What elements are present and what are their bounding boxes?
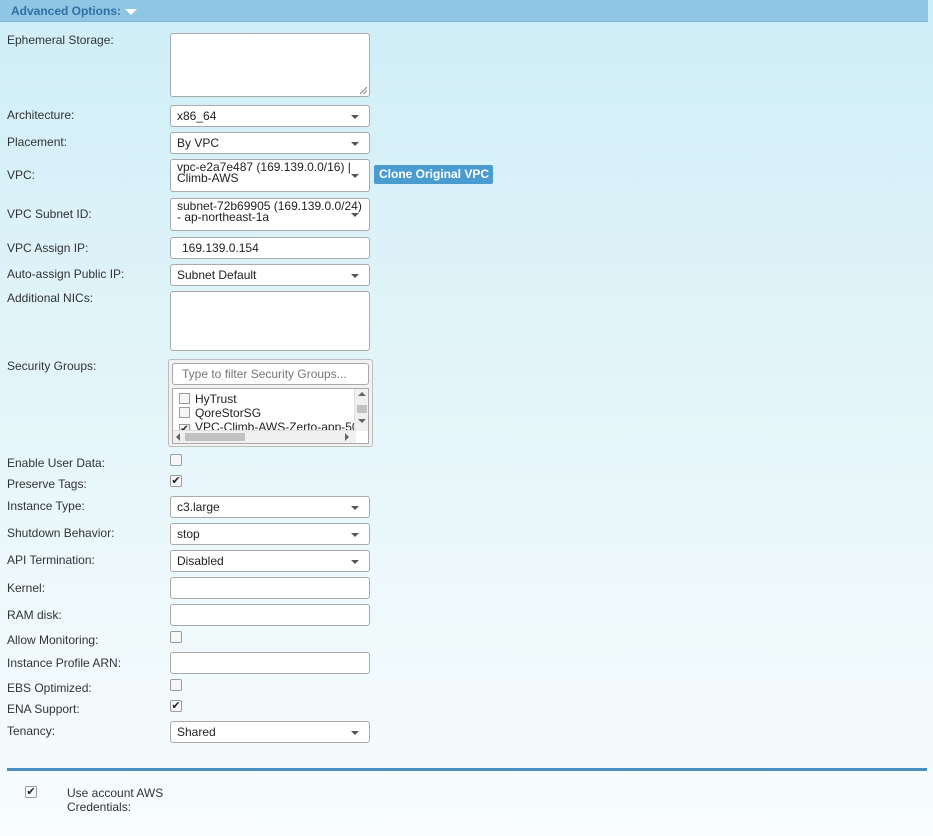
resize-grip-icon[interactable] — [360, 87, 367, 94]
auto-assign-public-ip-label: Auto-assign Public IP: — [7, 267, 125, 281]
advanced-options-title[interactable]: Advanced Options: — [11, 4, 121, 18]
additional-nics-textarea[interactable] — [170, 291, 370, 351]
additional-nics-label: Additional NICs: — [7, 291, 94, 305]
auto-assign-public-ip-select[interactable]: Subnet Default — [170, 264, 370, 286]
chevron-down-icon — [351, 213, 359, 217]
scroll-right-icon[interactable] — [345, 433, 349, 441]
kernel-label: Kernel: — [7, 581, 46, 595]
list-item[interactable]: HyTrust — [179, 392, 237, 406]
vpc-select[interactable]: vpc-e2a7e487 (169.139.0.0/16) | Climb-AW… — [170, 159, 370, 192]
architecture-value: x86_64 — [177, 109, 217, 123]
api-termination-select[interactable]: Disabled — [170, 550, 370, 572]
architecture-label: Architecture: — [7, 108, 75, 122]
vpc-subnet-value-line2: - ap-northeast-1a — [177, 210, 270, 224]
placement-label: Placement: — [7, 135, 68, 149]
ephemeral-storage-textarea[interactable] — [170, 33, 370, 97]
vpc-label: VPC: — [7, 168, 36, 182]
vpc-subnet-label: VPC Subnet ID: — [7, 207, 92, 221]
chevron-down-icon — [351, 560, 359, 564]
scroll-left-icon[interactable] — [176, 433, 180, 441]
security-groups-label: Security Groups: — [7, 359, 97, 373]
vpc-assign-ip-label: VPC Assign IP: — [7, 241, 89, 255]
ena-support-checkbox[interactable]: ✔ — [170, 700, 182, 712]
scroll-up-icon[interactable] — [358, 392, 366, 396]
security-group-name: QoreStorSG — [195, 406, 262, 420]
chevron-down-icon — [351, 115, 359, 119]
clone-original-vpc-button[interactable]: Clone Original VPC — [374, 165, 493, 184]
instance-type-value: c3.large — [177, 500, 220, 514]
chevron-down-icon — [351, 506, 359, 510]
chevron-down-icon — [351, 731, 359, 735]
preserve-tags-label: Preserve Tags: — [7, 477, 87, 491]
scrollbar-thumb[interactable] — [185, 433, 245, 441]
credentials-label-line1: Use account AWS — [67, 786, 164, 800]
ebs-optimized-label: EBS Optimized: — [7, 681, 92, 695]
horizontal-scrollbar[interactable] — [173, 430, 356, 443]
vpc-value-line2: Climb-AWS — [177, 171, 239, 185]
ram-disk-input[interactable] — [170, 604, 370, 626]
vpc-assign-ip-input[interactable]: 169.139.0.154 — [170, 237, 370, 259]
security-group-name: HyTrust — [195, 392, 237, 406]
placement-select[interactable]: By VPC — [170, 132, 370, 154]
ena-support-label: ENA Support: — [7, 702, 80, 716]
use-account-credentials-checkbox[interactable]: ✔ — [25, 786, 37, 798]
advanced-options-header[interactable]: Advanced Options: — [0, 0, 928, 22]
ram-disk-label: RAM disk: — [7, 608, 62, 622]
security-group-checkbox[interactable] — [179, 407, 190, 418]
allow-monitoring-label: Allow Monitoring: — [7, 633, 99, 647]
ephemeral-storage-label: Ephemeral Storage: — [7, 33, 114, 47]
chevron-down-icon — [351, 274, 359, 278]
use-account-credentials-label: Use account AWS Credentials: — [67, 786, 177, 814]
chevron-down-icon — [351, 174, 359, 178]
chevron-down-icon[interactable] — [125, 9, 137, 15]
enable-user-data-label: Enable User Data: — [7, 456, 106, 470]
api-termination-label: API Termination: — [7, 553, 95, 567]
shutdown-behavior-value: stop — [177, 527, 200, 541]
chevron-down-icon — [351, 142, 359, 146]
chevron-down-icon — [351, 533, 359, 537]
ebs-optimized-checkbox[interactable] — [170, 679, 182, 691]
shutdown-behavior-select[interactable]: stop — [170, 523, 370, 545]
placement-value: By VPC — [177, 136, 220, 150]
scrollbar-thumb[interactable] — [357, 405, 367, 413]
architecture-select[interactable]: x86_64 — [170, 105, 370, 127]
allow-monitoring-checkbox[interactable] — [170, 631, 182, 643]
shutdown-behavior-label: Shutdown Behavior: — [7, 526, 115, 540]
tenancy-label: Tenancy: — [7, 724, 56, 738]
api-termination-value: Disabled — [177, 554, 224, 568]
kernel-input[interactable] — [170, 577, 370, 599]
tenancy-select[interactable]: Shared — [170, 721, 370, 743]
instance-type-select[interactable]: c3.large — [170, 496, 370, 518]
vertical-scrollbar[interactable] — [354, 389, 368, 431]
instance-profile-arn-label: Instance Profile ARN: — [7, 656, 122, 670]
instance-type-label: Instance Type: — [7, 499, 85, 513]
security-group-checkbox[interactable] — [179, 393, 190, 404]
vpc-subnet-select[interactable]: subnet-72b69905 (169.139.0.0/24) - ap-no… — [170, 198, 370, 231]
auto-assign-public-ip-value: Subnet Default — [177, 268, 257, 282]
security-groups-list[interactable]: HyTrust QoreStorSG ✔VPC-Climb-AWS-Zerto-… — [172, 388, 369, 444]
security-groups-filter-input[interactable]: Type to filter Security Groups... — [172, 363, 369, 385]
preserve-tags-checkbox[interactable]: ✔ — [170, 475, 182, 487]
enable-user-data-checkbox[interactable] — [170, 454, 182, 466]
scroll-down-icon[interactable] — [358, 419, 366, 423]
section-divider — [7, 768, 927, 771]
list-item[interactable]: QoreStorSG — [179, 406, 261, 420]
security-groups-widget: Type to filter Security Groups... HyTrus… — [168, 359, 373, 447]
tenancy-value: Shared — [177, 725, 216, 739]
credentials-label-line2: Credentials: — [67, 800, 132, 814]
instance-profile-arn-input[interactable] — [170, 652, 370, 674]
